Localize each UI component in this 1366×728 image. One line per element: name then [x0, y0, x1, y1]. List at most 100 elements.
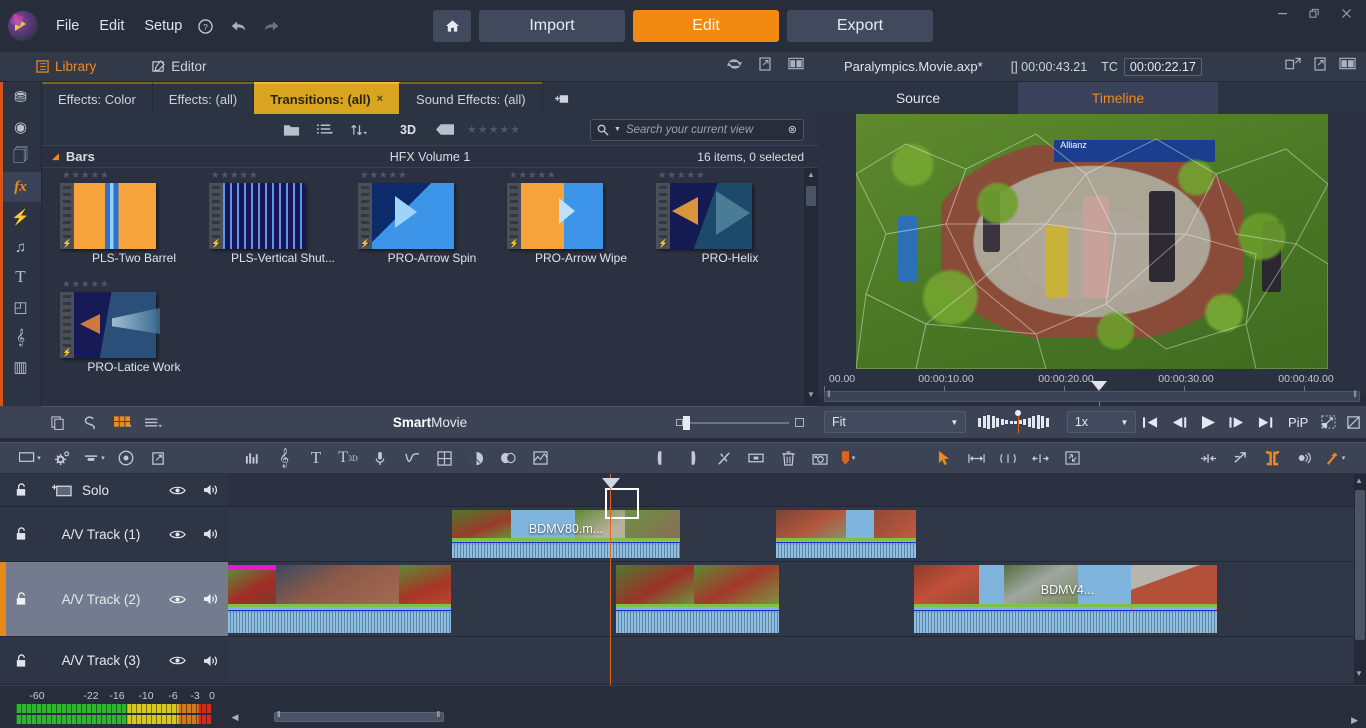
- scrollbar-thumb[interactable]: [274, 712, 444, 722]
- scroll-right-icon[interactable]: ▶: [1351, 715, 1358, 726]
- small-thumb-icon[interactable]: [676, 419, 683, 426]
- mark-out-icon[interactable]: [676, 450, 708, 466]
- track-row-av3[interactable]: A/V Track (3): [0, 637, 1366, 685]
- chevron-down-icon[interactable]: ▼: [614, 126, 621, 133]
- transitions-icon[interactable]: ⚡: [0, 202, 41, 232]
- jog-shuttle-control[interactable]: [978, 412, 1056, 432]
- eye-icon[interactable]: [160, 655, 194, 666]
- dual-view-icon[interactable]: [1339, 57, 1356, 76]
- new-track-icon[interactable]: [14, 452, 46, 464]
- track-levels-icon[interactable]: [78, 452, 110, 464]
- folder-icon[interactable]: [274, 123, 308, 137]
- tab-sound-effects-all[interactable]: Sound Effects: (all): [400, 82, 543, 114]
- magic-wand-icon[interactable]: [1320, 451, 1350, 466]
- tab-effects-color[interactable]: Effects: Color: [42, 82, 153, 114]
- scroll-up-icon[interactable]: ▲: [1353, 476, 1365, 490]
- export-button[interactable]: Export: [787, 10, 933, 42]
- close-button[interactable]: [1330, 0, 1362, 26]
- timeline-clip[interactable]: [228, 565, 276, 633]
- slide-icon[interactable]: [1024, 452, 1056, 465]
- timeline-clip[interactable]: BDMV4...: [1004, 565, 1131, 633]
- step-forward-button[interactable]: [1223, 416, 1252, 429]
- overlays-icon[interactable]: ◰: [0, 292, 41, 322]
- title-icon[interactable]: T: [300, 448, 332, 468]
- curve-icon[interactable]: [396, 452, 428, 465]
- track-row-av1[interactable]: A/V Track (1): [0, 507, 1366, 562]
- import-button[interactable]: Import: [479, 10, 625, 42]
- timeline-playhead-handle[interactable]: [602, 478, 620, 489]
- sync-icon[interactable]: [727, 57, 742, 76]
- clip-props-icon[interactable]: [740, 452, 772, 464]
- magnet-snap-icon[interactable]: [1256, 451, 1288, 466]
- asset-grid-scrollbar[interactable]: ▲ ▼: [804, 168, 818, 406]
- home-button[interactable]: [433, 10, 471, 42]
- settings-gear-icon[interactable]: [46, 451, 78, 466]
- asset-rating[interactable]: ★★★★★: [656, 170, 804, 183]
- asset-grid[interactable]: PLS-Flying Bars PLS-Jackpot PLS-Six Bars…: [42, 168, 818, 406]
- detach-icon[interactable]: [1285, 57, 1301, 76]
- step-back-button[interactable]: [1165, 416, 1194, 429]
- play-button[interactable]: [1194, 415, 1223, 430]
- sort-icon[interactable]: [342, 123, 376, 136]
- titles-icon[interactable]: T: [0, 262, 41, 292]
- title-3d-icon[interactable]: T3D: [332, 449, 364, 467]
- keyframe-icon[interactable]: [1316, 415, 1341, 429]
- tag-icon[interactable]: [428, 124, 462, 135]
- help-circle-icon[interactable]: ?: [198, 19, 213, 34]
- scroll-up-icon[interactable]: ▲: [805, 170, 817, 184]
- speaker-icon[interactable]: [194, 527, 228, 541]
- speaker-icon[interactable]: [194, 483, 228, 497]
- export-frame-icon[interactable]: [142, 451, 174, 466]
- add-track-icon[interactable]: [42, 483, 82, 497]
- transform-icon[interactable]: [1056, 451, 1088, 465]
- collapse-caret-icon[interactable]: ◢: [52, 151, 59, 162]
- timeline-horizontal-scrollbar[interactable]: [244, 712, 1344, 722]
- timeline-clip[interactable]: [276, 565, 399, 633]
- slip-icon[interactable]: [992, 452, 1024, 465]
- copy-icon[interactable]: [42, 416, 74, 430]
- project-bin-icon[interactable]: ⛃: [0, 82, 41, 112]
- eye-icon[interactable]: [160, 594, 194, 605]
- audio-scrub-icon[interactable]: [1288, 451, 1320, 465]
- undo-arrow-icon[interactable]: [229, 19, 247, 33]
- size-slider-handle[interactable]: [683, 416, 690, 430]
- effects-fx-icon[interactable]: fx: [0, 172, 41, 202]
- ripple-icon[interactable]: [1192, 452, 1224, 465]
- layout-icon[interactable]: [788, 57, 804, 76]
- timeline-clip-selected[interactable]: [1131, 565, 1217, 633]
- asset-rating[interactable]: ★★★★★: [507, 170, 655, 183]
- mask-icon[interactable]: [524, 451, 556, 465]
- speaker-icon[interactable]: [194, 592, 228, 606]
- scroll-down-icon[interactable]: ▼: [1353, 669, 1365, 683]
- lock-icon[interactable]: [0, 527, 42, 541]
- track-lane[interactable]: [228, 474, 1366, 507]
- color-wheel-icon[interactable]: [460, 451, 492, 466]
- track-header[interactable]: A/V Track (2): [0, 562, 228, 637]
- scroll-left-icon[interactable]: ◀: [228, 712, 242, 723]
- clear-icon[interactable]: ⊗: [788, 123, 797, 136]
- track-lane[interactable]: BDMV80.m...: [228, 507, 1366, 562]
- asset-rating[interactable]: ★★★★★: [358, 170, 506, 183]
- timecode-field[interactable]: 00:00:22.17: [1124, 58, 1202, 76]
- grid-item[interactable]: ★★★★★ PRO-Helix: [656, 168, 804, 277]
- library-tab[interactable]: Library: [36, 59, 96, 74]
- editor-tab[interactable]: Editor: [152, 59, 206, 74]
- go-end-button[interactable]: [1251, 416, 1280, 429]
- minimize-button[interactable]: [1266, 0, 1298, 26]
- grid-view-icon[interactable]: [106, 416, 138, 429]
- crop-icon[interactable]: [1341, 415, 1366, 430]
- track-row-solo[interactable]: Solo: [0, 474, 1366, 507]
- select-tool-icon[interactable]: [928, 450, 960, 466]
- thumbnail-size-slider[interactable]: [676, 418, 804, 427]
- media-reel-icon[interactable]: ◉: [0, 112, 41, 142]
- edit-button[interactable]: Edit: [633, 10, 779, 42]
- grid-item[interactable]: ★★★★★ PLS-Vertical Shut...: [209, 168, 357, 277]
- pip-button[interactable]: PiP: [1288, 415, 1308, 430]
- timeline-tracks[interactable]: Solo A/V Track (1): [0, 474, 1366, 685]
- grid-item[interactable]: ★★★★★ PRO-Arrow Wipe: [507, 168, 655, 277]
- voiceover-mic-icon[interactable]: [364, 451, 396, 466]
- popout-icon[interactable]: [758, 57, 772, 76]
- add-tab-icon[interactable]: [543, 82, 581, 114]
- timeline-vertical-scrollbar[interactable]: ▲ ▼: [1354, 474, 1366, 685]
- redo-arrow-icon[interactable]: [263, 19, 281, 33]
